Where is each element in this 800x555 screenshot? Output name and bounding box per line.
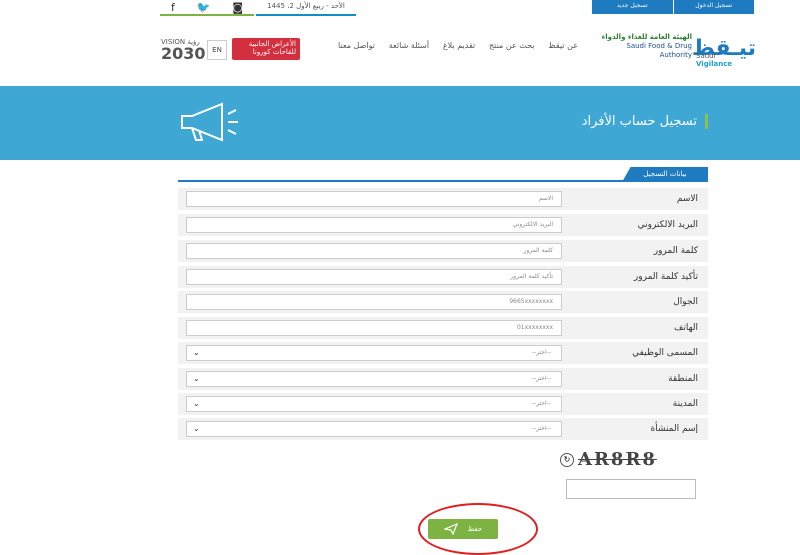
chevron-down-icon: ⌄	[193, 348, 200, 357]
page-title: تسجيل حساب الأفراد	[582, 114, 708, 129]
captcha: ↻ AR8R8	[560, 449, 696, 471]
job-title-select[interactable]: ⌄ --اختر--	[186, 345, 562, 361]
sfda-logo[interactable]: الهيئة العامة للغذاء والدواء Saudi Food …	[592, 33, 692, 63]
name-label: الاسم	[676, 194, 698, 204]
saudi-vigilance-logo[interactable]: تيـقظ Saudi Vigilance	[692, 28, 756, 68]
form-row-facility: إسم المنشأة ⌄ --اختر--	[178, 418, 708, 440]
form-row-job-title: المسمى الوظيفي ⌄ --اختر--	[178, 342, 708, 364]
chevron-down-icon: ⌄	[193, 399, 200, 408]
form-row-city: المدينة ⌄ --اختر--	[178, 393, 708, 415]
megaphone-icon	[181, 102, 238, 142]
section-tab: بيانات التسجيل	[622, 167, 708, 182]
nav-contact[interactable]: تواصل معنا	[338, 41, 375, 55]
send-icon	[443, 523, 458, 535]
form-row-phone: الهاتف 01xxxxxxxx	[178, 317, 708, 339]
main-nav: تواصل معنا أسئلة شائعة تقديم بلاغ بحث عن…	[338, 41, 578, 55]
logo-text-en: Saudi Vigilance	[696, 52, 752, 68]
page-banner: تسجيل حساب الأفراد	[0, 86, 800, 160]
form-row-mobile: الجوال 9665xxxxxxxx	[178, 291, 708, 313]
form-row-confirm-password: تأكيد كلمة المرور تأكيد كلمة المرور	[178, 266, 708, 288]
language-toggle[interactable]: EN	[207, 40, 227, 60]
vision-year: 2030	[161, 44, 206, 63]
sfda-name-ar: الهيئة العامة للغذاء والدواء	[601, 33, 692, 41]
password-label: كلمة المرور	[653, 246, 698, 256]
vision-2030-logo[interactable]: VISION رؤية 2030	[161, 38, 206, 63]
covid-line2: للقاحات كورونا	[252, 48, 296, 56]
region-label: المنطقة	[668, 374, 698, 384]
sfda-name-en: Saudi Food & Drug Authority	[626, 42, 692, 59]
facility-select[interactable]: ⌄ --اختر--	[186, 421, 562, 437]
save-label: حفظ	[467, 526, 483, 533]
twitter-icon[interactable]: 🐦	[197, 1, 211, 14]
chevron-down-icon: ⌄	[193, 424, 200, 433]
top-strip: f 🐦 ◙ الأحد - ربيع الأول 2، 1445 تسجيل ج…	[0, 0, 800, 16]
logo-vigilance: Vigilance	[696, 60, 733, 68]
job-title-value: --اختر--	[531, 349, 551, 356]
instagram-icon[interactable]: ◙	[232, 1, 243, 14]
city-label: المدينة	[672, 399, 698, 409]
date-display: الأحد - ربيع الأول 2، 1445	[256, 0, 356, 16]
confirm-password-label: تأكيد كلمة المرور	[633, 272, 698, 282]
save-button[interactable]: حفظ	[428, 519, 498, 539]
email-label: البريد الالكتروني	[637, 220, 698, 230]
region-select[interactable]: ⌄ --اختر--	[186, 371, 562, 387]
facility-value: --اختر--	[531, 425, 551, 432]
refresh-icon[interactable]: ↻	[560, 453, 574, 467]
captcha-image: AR8R8	[578, 449, 657, 470]
facility-label: إسم المنشأة	[650, 424, 698, 434]
city-select[interactable]: ⌄ --اختر--	[186, 396, 562, 412]
job-title-label: المسمى الوظيفي	[632, 348, 698, 358]
password-input[interactable]: كلمة المرور	[186, 243, 562, 259]
nav-product-search[interactable]: بحث عن منتج	[489, 41, 534, 55]
phone-input[interactable]: 01xxxxxxxx	[186, 320, 562, 336]
covid-line1: الأعراض الجانبية	[248, 40, 296, 48]
auth-links: تسجيل جديد تسجيل الدخول	[592, 0, 754, 14]
register-link[interactable]: تسجيل جديد	[592, 0, 673, 14]
city-value: --اختر--	[531, 400, 551, 407]
nav-about[interactable]: عن تيقظ	[548, 41, 578, 55]
form-row-name: الاسم الاسم	[178, 188, 708, 210]
nav-faq[interactable]: أسئلة شائعة	[389, 41, 429, 55]
logo-saudi: Saudi	[696, 52, 716, 60]
region-value: --اختر--	[531, 375, 551, 382]
covid-vaccine-link[interactable]: الأعراض الجانبية للقاحات كورونا	[232, 38, 300, 60]
form-row-password: كلمة المرور كلمة المرور	[178, 240, 708, 262]
login-link[interactable]: تسجيل الدخول	[672, 0, 755, 14]
mobile-input[interactable]: 9665xxxxxxxx	[186, 294, 562, 310]
email-input[interactable]: البريد الالكتروني	[186, 217, 562, 233]
chevron-down-icon: ⌄	[193, 374, 200, 383]
facebook-icon[interactable]: f	[171, 1, 175, 14]
confirm-password-input[interactable]: تأكيد كلمة المرور	[186, 269, 562, 285]
social-links: f 🐦 ◙	[160, 0, 254, 16]
nav-report[interactable]: تقديم بلاغ	[443, 41, 475, 55]
mobile-label: الجوال	[673, 297, 698, 307]
name-input[interactable]: الاسم	[186, 191, 562, 207]
form-row-email: البريد الالكتروني البريد الالكتروني	[178, 214, 708, 236]
captcha-input[interactable]	[566, 479, 696, 499]
phone-label: الهاتف	[674, 323, 698, 333]
form-row-region: المنطقة ⌄ --اختر--	[178, 368, 708, 390]
